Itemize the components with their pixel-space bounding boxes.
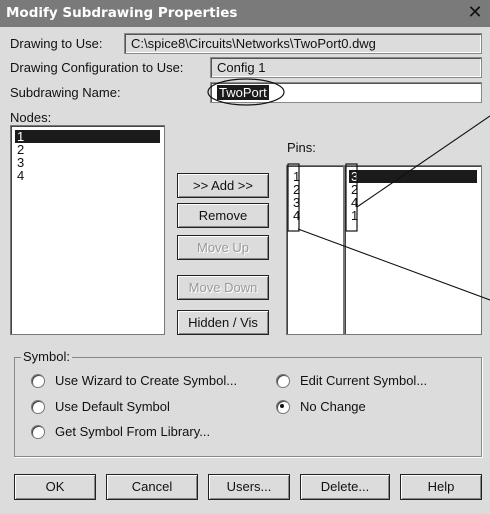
list-item[interactable]: 2 (349, 183, 477, 196)
drawing-config-field: Config 1 (210, 57, 482, 78)
remove-button[interactable]: Remove (177, 203, 269, 228)
pins-left-list[interactable]: 1 2 3 4 (286, 165, 344, 335)
radio-label: Use Default Symbol (55, 399, 170, 414)
users-button[interactable]: Users... (208, 474, 290, 500)
title-bar: Modify Subdrawing Properties (0, 0, 490, 27)
drawing-config-label: Drawing Configuration to Use: (10, 60, 184, 75)
list-item[interactable]: 1 (349, 209, 477, 222)
subdrawing-name-input[interactable]: TwoPort (210, 82, 482, 103)
radio-no-change[interactable]: No Change (276, 399, 366, 414)
list-item[interactable]: 3 (349, 170, 477, 183)
radio-use-wizard[interactable]: Use Wizard to Create Symbol... (31, 373, 237, 388)
radio-label: Edit Current Symbol... (300, 373, 428, 388)
drawing-to-use-field: C:\spice8\Circuits\Networks\TwoPort0.dwg (124, 33, 482, 54)
list-item[interactable]: 1 (15, 130, 160, 143)
list-item[interactable]: 4 (349, 196, 477, 209)
list-item[interactable]: 4 (15, 169, 160, 182)
add-button[interactable]: >> Add >> (177, 173, 269, 198)
radio-button-icon[interactable] (31, 399, 45, 414)
list-item[interactable]: 3 (15, 156, 160, 169)
symbol-group-label: Symbol: (21, 349, 72, 364)
subdrawing-name-label: Subdrawing Name: (10, 85, 121, 100)
nodes-label: Nodes: (10, 110, 52, 125)
radio-button-icon[interactable] (276, 373, 290, 388)
move-up-button[interactable]: Move Up (177, 235, 269, 260)
pins-right-list[interactable]: 3 2 4 1 (344, 165, 482, 335)
close-icon[interactable]: ✕ (464, 2, 486, 24)
cancel-button[interactable]: Cancel (106, 474, 198, 500)
radio-get-from-library[interactable]: Get Symbol From Library... (31, 424, 210, 439)
pins-label: Pins: (287, 140, 316, 155)
delete-button[interactable]: Delete... (300, 474, 390, 500)
ok-button[interactable]: OK (14, 474, 96, 500)
radio-button-icon[interactable] (31, 424, 45, 439)
radio-label: Use Wizard to Create Symbol... (55, 373, 238, 388)
hidden-vis-button[interactable]: Hidden / Vis (177, 310, 269, 335)
radio-label: No Change (300, 399, 366, 414)
drawing-to-use-label: Drawing to Use: (10, 36, 103, 51)
help-button[interactable]: Help (400, 474, 482, 500)
list-item[interactable]: 2 (15, 143, 160, 156)
subdrawing-name-value: TwoPort (217, 85, 269, 100)
nodes-list[interactable]: 1 2 3 4 (10, 125, 165, 335)
list-item[interactable]: 4 (291, 209, 339, 222)
radio-edit-current[interactable]: Edit Current Symbol... (276, 373, 427, 388)
radio-use-default[interactable]: Use Default Symbol (31, 399, 170, 414)
move-down-button[interactable]: Move Down (177, 275, 269, 300)
radio-label: Get Symbol From Library... (55, 424, 211, 439)
window-title: Modify Subdrawing Properties (6, 5, 238, 21)
radio-button-icon[interactable] (276, 399, 290, 414)
radio-button-icon[interactable] (31, 373, 45, 388)
